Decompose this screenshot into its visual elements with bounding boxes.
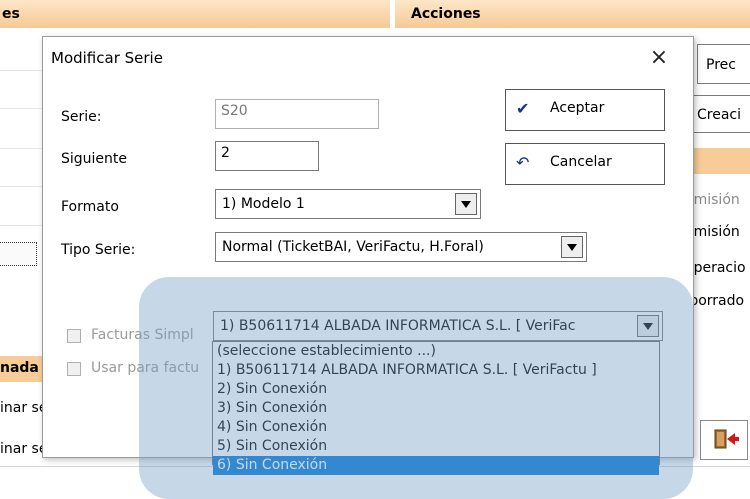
background-selected-row[interactable] bbox=[0, 242, 37, 266]
facturas-simplificadas-label: Facturas Simpl bbox=[91, 327, 194, 343]
aceptar-label: Aceptar bbox=[550, 100, 605, 116]
row-divider bbox=[0, 148, 45, 149]
exit-door-icon bbox=[714, 429, 739, 449]
formato-label: Formato bbox=[61, 199, 119, 215]
usar-para-facturas-label: Usar para factu bbox=[91, 360, 200, 376]
creacion-button[interactable]: Creaci bbox=[692, 95, 750, 133]
background-section-tab: nada bbox=[0, 356, 45, 382]
dropdown-option[interactable]: 5) Sin Conexión bbox=[213, 437, 659, 456]
tipo-serie-select[interactable]: Normal (TicketBAI, VeriFactu, H.Foral) bbox=[215, 232, 587, 262]
cancelar-button[interactable]: ↶ Cancelar bbox=[505, 143, 665, 185]
usar-para-facturas-checkbox[interactable] bbox=[67, 362, 81, 376]
chevron-down-icon[interactable] bbox=[561, 236, 583, 258]
operaciones-text: operacio bbox=[685, 260, 746, 276]
dropdown-option[interactable]: 2) Sin Conexión bbox=[213, 380, 659, 399]
dialog-title: Modificar Serie bbox=[51, 49, 163, 67]
siguiente-field[interactable]: 2 bbox=[215, 141, 319, 171]
dropdown-option-selected[interactable]: 6) Sin Conexión bbox=[213, 456, 659, 475]
formato-value: 1) Modelo 1 bbox=[222, 196, 305, 212]
tipo-serie-label: Tipo Serie: bbox=[61, 242, 136, 258]
check-icon: ✔ bbox=[516, 99, 530, 118]
precio-button[interactable]: Prec bbox=[697, 44, 750, 84]
dropdown-option[interactable]: 4) Sin Conexión bbox=[213, 418, 659, 437]
facturas-simplificadas-checkbox[interactable] bbox=[67, 329, 81, 343]
exit-button[interactable] bbox=[700, 420, 748, 460]
dropdown-option[interactable]: 3) Sin Conexión bbox=[213, 399, 659, 418]
background-header-actions: Acciones bbox=[395, 0, 750, 28]
row-divider bbox=[0, 108, 45, 109]
establecimiento-select[interactable]: 1) B50611714 ALBADA INFORMATICA S.L. [ V… bbox=[213, 311, 663, 341]
background-header-left-text: es bbox=[2, 6, 20, 22]
row-divider bbox=[0, 70, 45, 71]
tipo-serie-value: Normal (TicketBAI, VeriFactu, H.Foral) bbox=[222, 239, 484, 255]
chevron-down-icon[interactable] bbox=[455, 193, 477, 215]
formato-select[interactable]: 1) Modelo 1 bbox=[215, 189, 481, 219]
acciones-header: Acciones bbox=[411, 6, 481, 22]
chevron-down-icon[interactable] bbox=[637, 315, 659, 337]
row-divider bbox=[0, 225, 45, 226]
cancelar-label: Cancelar bbox=[550, 154, 612, 170]
siguiente-label: Siguiente bbox=[61, 151, 128, 167]
dropdown-option[interactable]: (seleccione establecimiento ...) bbox=[213, 342, 659, 361]
row-divider bbox=[0, 186, 45, 187]
establecimiento-value: 1) B50611714 ALBADA INFORMATICA S.L. [ V… bbox=[220, 318, 576, 334]
aceptar-button[interactable]: ✔ Aceptar bbox=[505, 89, 665, 131]
serie-label: Serie: bbox=[61, 109, 102, 125]
close-icon[interactable]: × bbox=[641, 43, 677, 73]
serie-field[interactable]: S20 bbox=[215, 99, 379, 129]
undo-icon: ↶ bbox=[516, 153, 530, 172]
establecimiento-dropdown-list[interactable]: (seleccione establecimiento ...) 1) B506… bbox=[212, 341, 660, 475]
dropdown-option[interactable]: 1) B50611714 ALBADA INFORMATICA S.L. [ V… bbox=[213, 361, 659, 380]
section-text: nada bbox=[0, 360, 39, 376]
background-header-left: es bbox=[0, 0, 390, 28]
